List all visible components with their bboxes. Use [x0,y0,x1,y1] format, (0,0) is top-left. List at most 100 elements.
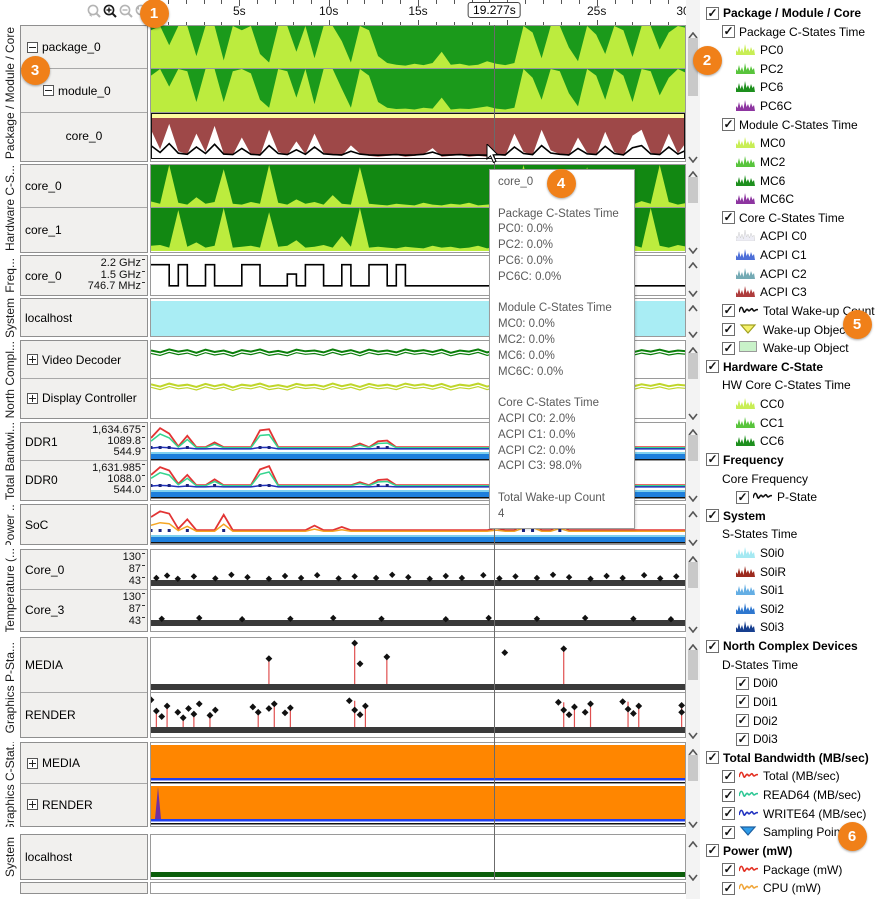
sidebar-row-core-0[interactable]: core_0 2.2 GHz 1.5 GHz 746.7 MHz [21,256,147,295]
legend-item-wake-up-object[interactable]: ✓ Wake-up Object [722,321,849,339]
sidebar-row-video-decoder[interactable]: Video Decoder [21,341,147,379]
checkbox[interactable]: ✓ [722,118,735,132]
scroll-up-button[interactable] [688,301,698,312]
checkbox[interactable]: ✓ [722,341,735,355]
legend-item-d0i0[interactable]: ✓ D0i0 [736,674,778,692]
expand-icon[interactable] [27,799,38,810]
checkbox[interactable]: ✓ [736,695,749,709]
legend-item-sampling-points[interactable]: ✓ Sampling Points [722,823,850,841]
legend-item-package-mw[interactable]: ✓ Package (mW) [722,861,842,879]
legend-item-p-state[interactable]: ✓ P-State [736,488,817,506]
checkbox[interactable]: ✓ [706,639,719,653]
collapse-icon[interactable] [27,41,38,53]
scroll-down-button[interactable] [688,327,698,339]
legend-item-total-bandwidth-mb-sec[interactable]: ✓ Total Bandwidth (MB/sec) [706,749,869,767]
legend-item-hardware-c-state[interactable]: ✓ Hardware C-State [706,358,823,376]
checkbox[interactable]: ✓ [706,360,719,374]
checkbox[interactable]: ✓ [706,6,719,20]
scroll-thumb[interactable] [688,650,698,680]
checkbox[interactable]: ✓ [706,509,719,523]
expand-icon[interactable] [27,392,38,404]
chart-row-core-0[interactable] [151,113,685,159]
legend-item-d0i3[interactable]: ✓ D0i3 [736,730,778,748]
scroll-up-button[interactable] [688,552,698,563]
scroll-up-button[interactable] [688,640,698,651]
zoom-in-icon[interactable] [102,3,119,21]
sidebar-row-display-controller[interactable]: Display Controller [21,379,147,417]
sidebar-row-core-3[interactable]: Core_3 130 87 43 [21,590,147,630]
sidebar-row-localhost[interactable]: localhost [21,835,147,879]
sidebar-row-soc[interactable]: SoC [21,505,147,544]
scroll-down-button[interactable] [688,152,698,164]
checkbox[interactable]: ✓ [736,714,749,728]
zoom-undo-icon[interactable] [86,3,103,21]
checkbox[interactable]: ✓ [722,304,735,318]
sidebar-row-render[interactable]: RENDER [21,784,147,825]
checkbox[interactable]: ✓ [706,844,719,858]
scroll-down-button[interactable] [688,535,698,547]
scroll-thumb[interactable] [688,177,698,203]
legend-item-wake-up-object[interactable]: ✓ Wake-up Object [722,339,849,357]
checkbox[interactable]: ✓ [722,863,735,877]
zoom-out-icon[interactable] [118,3,135,21]
legend-item-total-mb-sec[interactable]: ✓ Total (MB/sec) [722,767,840,785]
scroll-up-button[interactable] [688,425,698,436]
legend-item-d0i1[interactable]: ✓ D0i1 [736,693,778,711]
scroll-up-button[interactable] [688,28,698,39]
collapse-icon[interactable] [43,85,54,96]
chart-row-core-3[interactable] [151,590,685,630]
checkbox[interactable]: ✓ [722,323,735,337]
checkbox[interactable]: ✓ [722,825,735,839]
checkbox[interactable]: ✓ [736,676,749,690]
checkbox[interactable]: ✓ [722,211,735,225]
scroll-thumb[interactable] [688,353,698,379]
checkbox[interactable]: ✓ [706,453,719,467]
legend-item-frequency[interactable]: ✓ Frequency [706,451,784,469]
checkbox[interactable]: ✓ [706,751,719,765]
sidebar-row-x[interactable] [21,883,147,893]
chart-row-render[interactable] [151,784,685,825]
legend-item-north-complex-devices[interactable]: ✓ North Complex Devices [706,637,858,655]
legend-item-write64-mb-sec[interactable]: ✓ WRITE64 (MB/sec) [722,805,866,823]
checkbox[interactable]: ✓ [722,807,735,821]
scroll-down-button[interactable] [688,622,698,634]
legend-item-power-mw[interactable]: ✓ Power (mW) [706,842,792,860]
timeline-ruler[interactable]: 5s10s15s25s30s19.277s [150,0,696,25]
chart-row-x[interactable] [151,883,685,893]
legend-item-core-c-states-time[interactable]: ✓ Core C-States Time [722,209,844,227]
scroll-down-button[interactable] [688,409,698,421]
chart-row-core-0[interactable] [151,550,685,590]
legend-item-system[interactable]: ✓ System [706,507,766,525]
chart-row-module-0[interactable] [151,69,685,113]
chart-row-media[interactable] [151,638,685,693]
sidebar-row-media[interactable]: MEDIA [21,638,147,693]
scroll-down-button[interactable] [688,870,698,882]
scroll-down-button[interactable] [688,728,698,740]
cursor-time-badge[interactable]: 19.277s [468,2,521,18]
chart-row-render[interactable] [151,693,685,736]
sidebar-row-media[interactable]: MEDIA [21,743,147,784]
legend-item-package-c-states-time[interactable]: ✓ Package C-States Time [722,23,865,41]
checkbox[interactable]: ✓ [722,788,735,802]
scroll-up-button[interactable] [688,745,698,756]
legend-item-cpu-mw[interactable]: ✓ CPU (mW) [722,879,821,897]
scroll-thumb[interactable] [688,435,698,461]
expand-icon[interactable] [27,757,38,769]
sidebar-row-core-0[interactable]: core_0 [21,113,147,159]
scroll-down-button[interactable] [688,243,698,255]
legend-item-module-c-states-time[interactable]: ✓ Module C-States Time [722,116,858,134]
expand-icon[interactable] [27,354,38,365]
legend-item-package-module-core[interactable]: ✓ Package / Module / Core [706,4,861,22]
checkbox[interactable]: ✓ [722,881,735,895]
sidebar-row-core-0[interactable]: Core_0 130 87 43 [21,550,147,590]
legend-item-d0i2[interactable]: ✓ D0i2 [736,712,778,730]
checkbox[interactable]: ✓ [722,25,735,39]
chart-row-media[interactable] [151,743,685,784]
checkbox[interactable]: ✓ [736,490,749,504]
scroll-up-button[interactable] [688,837,698,848]
scroll-thumb[interactable] [688,755,698,781]
checkbox[interactable]: ✓ [736,732,749,746]
scroll-up-button[interactable] [688,507,698,518]
sidebar-row-ddr1[interactable]: DDR1 1,634.675 1089.8 544.9 [21,423,147,461]
sidebar-row-core-1[interactable]: core_1 [21,208,147,251]
